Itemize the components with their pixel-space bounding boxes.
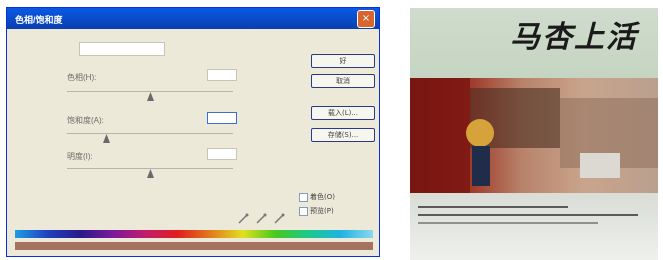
- cover-photo: [410, 78, 658, 193]
- cover-bottom-band: [410, 193, 658, 260]
- edit-channel-select[interactable]: [79, 42, 165, 56]
- saturation-label: 饱和度(A):: [67, 116, 104, 125]
- preview-checkbox[interactable]: 预览(P): [299, 206, 334, 216]
- hue-label: 色相(H):: [67, 73, 97, 82]
- cover-text-line: [418, 214, 638, 216]
- close-icon[interactable]: ×: [357, 10, 375, 28]
- book-cover-image: 马杏上活: [410, 8, 658, 260]
- saturation-value-input[interactable]: [207, 112, 237, 124]
- cover-photo-art: [410, 78, 658, 193]
- colorize-checkbox-box[interactable]: [299, 192, 308, 202]
- lightness-slider-thumb[interactable]: [147, 169, 154, 178]
- preview-label: 预览(P): [310, 207, 334, 215]
- colorize-label: 着色(O): [310, 193, 335, 201]
- input-spectrum-bar: [15, 230, 373, 238]
- saturation-slider-thumb[interactable]: [103, 134, 110, 143]
- ok-button[interactable]: 好: [311, 54, 375, 68]
- lightness-value-input[interactable]: [207, 148, 237, 160]
- cover-title: 马杏上活: [510, 20, 638, 55]
- dialog-title: 色相/饱和度: [15, 15, 63, 25]
- cover-text-line: [418, 222, 598, 224]
- preview-checkbox-box[interactable]: [299, 206, 308, 216]
- saturation-slider-track[interactable]: [67, 133, 233, 134]
- eyedropper-icon[interactable]: [237, 213, 249, 225]
- dialog-titlebar[interactable]: 色相/饱和度 ×: [7, 8, 379, 29]
- colorize-checkbox[interactable]: 着色(O): [299, 192, 335, 202]
- hue-value-input[interactable]: [207, 69, 237, 81]
- output-spectrum-bar: [15, 242, 373, 250]
- eyedropper-plus-icon[interactable]: [255, 213, 267, 225]
- hue-slider-thumb[interactable]: [147, 92, 154, 101]
- lightness-label: 明度(I):: [67, 152, 93, 161]
- cancel-button[interactable]: 取消: [311, 74, 375, 88]
- save-button[interactable]: 存储(S)...: [311, 128, 375, 142]
- load-button[interactable]: 载入(L)...: [311, 106, 375, 120]
- eyedropper-minus-icon[interactable]: [273, 213, 285, 225]
- hue-saturation-dialog: 色相/饱和度 × 色相(H): 饱和度(A): 明度(I): 好 取消 载入(L…: [6, 7, 380, 257]
- cover-text-line: [418, 206, 568, 208]
